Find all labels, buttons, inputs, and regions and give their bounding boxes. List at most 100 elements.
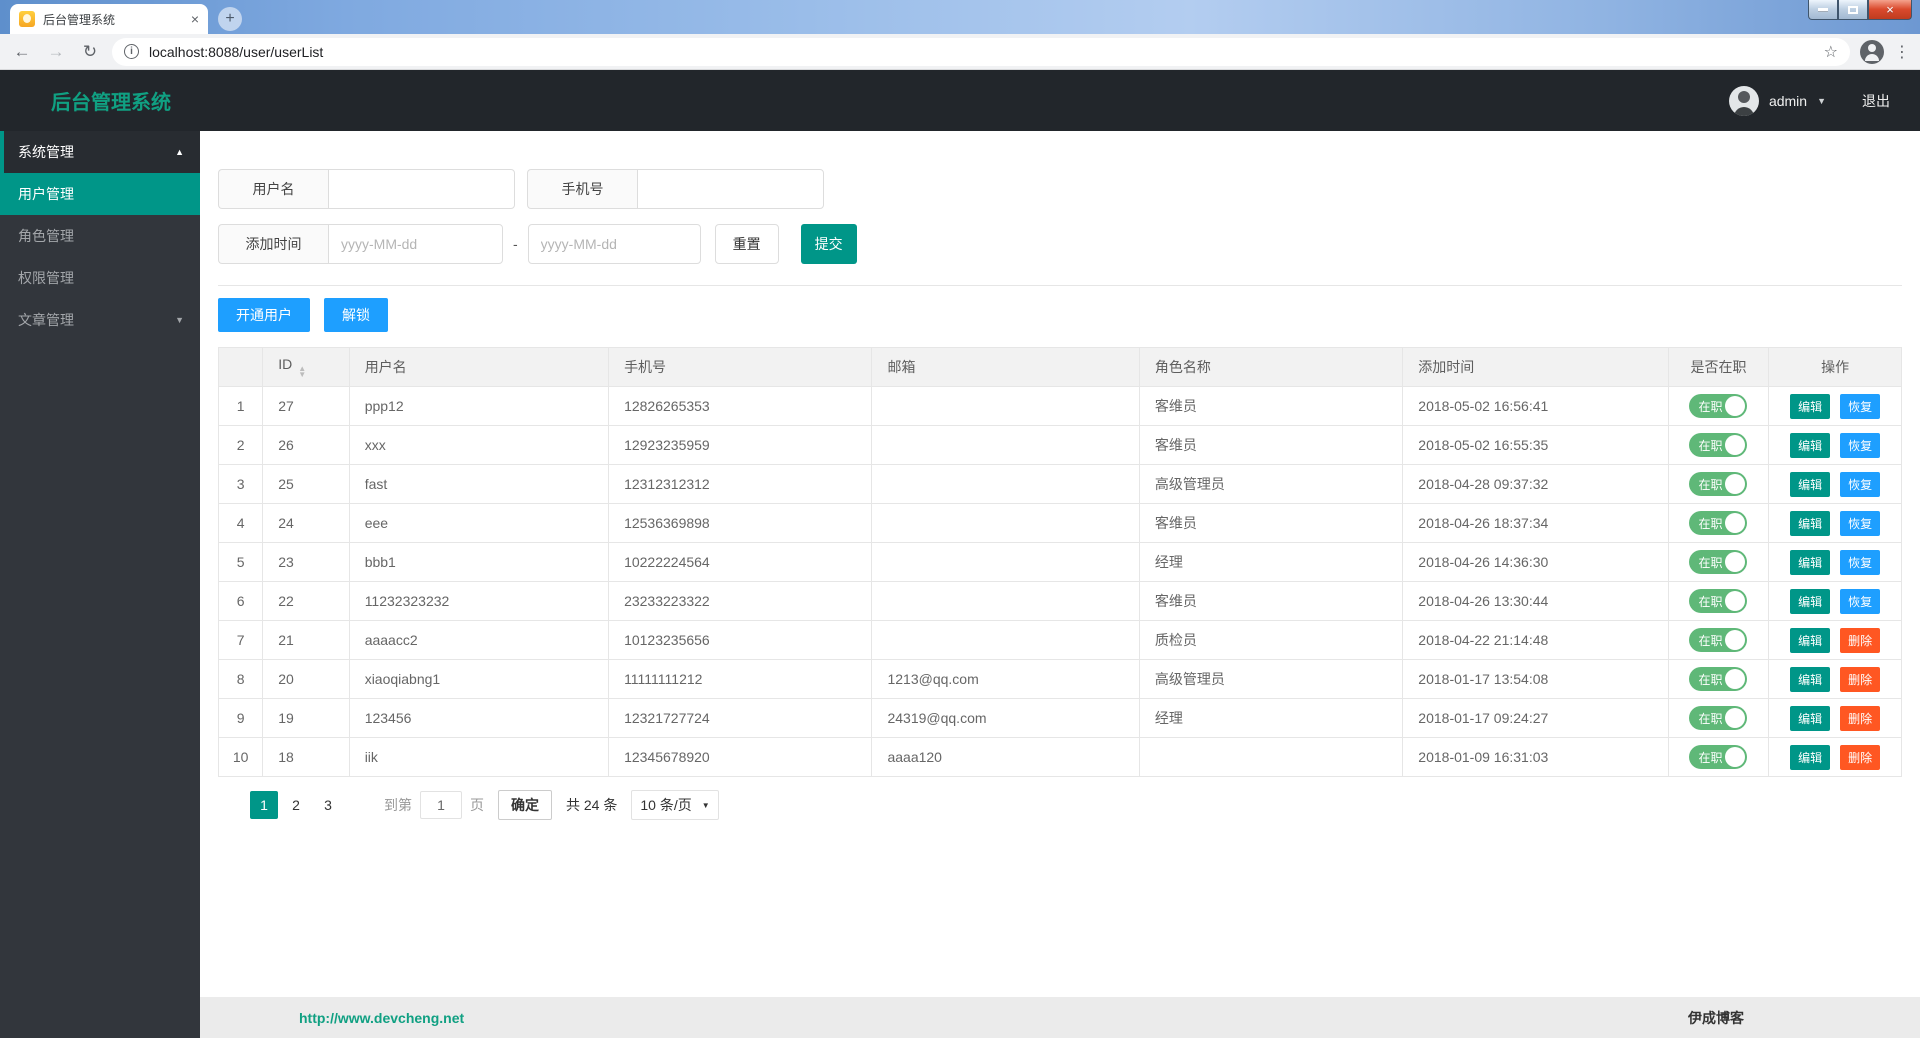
sidebar: 系统管理 ▲ 用户管理 角色管理 权限管理 文章管理 ▼ <box>0 131 200 1038</box>
phone-input[interactable] <box>637 169 824 209</box>
page-number-button[interactable]: 3 <box>314 791 342 819</box>
sidebar-item-articles[interactable]: 文章管理 ▼ <box>0 299 200 341</box>
toggle-knob-icon <box>1725 474 1746 494</box>
delete-button[interactable]: 删除 <box>1840 705 1881 731</box>
cell-phone: 10222224564 <box>608 542 873 582</box>
cell-email: aaaa120 <box>871 737 1140 777</box>
delete-button[interactable]: 删除 <box>1840 666 1881 692</box>
edit-button[interactable]: 编辑 <box>1790 666 1831 692</box>
toggle-knob-icon <box>1725 591 1746 611</box>
sort-icon[interactable]: ▲ ▼ <box>298 365 306 379</box>
edit-button[interactable]: 编辑 <box>1790 744 1831 770</box>
cell-seq: 7 <box>217 620 264 660</box>
browser-profile-icon[interactable] <box>1860 39 1884 64</box>
maximize-icon <box>1848 5 1858 14</box>
address-bar[interactable]: localhost:8088/user/userList ☆ <box>112 37 1850 66</box>
page-next-icon[interactable] <box>344 791 370 819</box>
employed-toggle[interactable]: 在职 <box>1689 394 1748 418</box>
cell-actions: 编辑 删除 <box>1768 737 1902 777</box>
window-close-button[interactable]: × <box>1868 0 1912 20</box>
cell-phone: 11111111212 <box>608 659 873 699</box>
header-role: 角色名称 <box>1138 347 1404 387</box>
delete-button[interactable]: 删除 <box>1840 627 1881 653</box>
employed-toggle[interactable]: 在职 <box>1689 628 1748 652</box>
edit-button[interactable]: 编辑 <box>1790 393 1831 419</box>
goto-confirm-button[interactable]: 确定 <box>498 790 552 820</box>
page-prev-icon[interactable] <box>222 791 248 819</box>
sidebar-item-system[interactable]: 系统管理 ▲ <box>0 131 200 173</box>
tab-close-icon[interactable]: × <box>191 12 199 26</box>
filter-row-1: 用户名 手机号 <box>218 169 1902 209</box>
open-user-button[interactable]: 开通用户 <box>218 298 310 332</box>
restore-button[interactable]: 恢复 <box>1840 432 1881 458</box>
addtime-filter-group: 添加时间 <box>218 224 503 264</box>
window-minimize-button[interactable] <box>1808 0 1838 20</box>
employed-toggle[interactable]: 在职 <box>1689 667 1748 691</box>
table-row: 4 24 eee 12536369898 客维员 2018-04-26 18:3… <box>217 503 1902 543</box>
refresh-icon[interactable]: ↻ <box>78 42 102 62</box>
employed-toggle[interactable]: 在职 <box>1689 511 1748 535</box>
edit-button[interactable]: 编辑 <box>1790 549 1831 575</box>
window-maximize-button[interactable] <box>1838 0 1868 20</box>
footer-link[interactable]: http://www.devcheng.net <box>299 1010 464 1026</box>
unlock-button[interactable]: 解锁 <box>324 298 388 332</box>
table-row: 5 23 bbb1 10222224564 经理 2018-04-26 14:3… <box>217 542 1902 582</box>
cell-time: 2018-04-22 21:14:48 <box>1402 620 1669 660</box>
browser-menu-icon[interactable]: ⋮ <box>1894 42 1910 62</box>
header-seq <box>217 347 264 387</box>
header-id[interactable]: ID ▲ ▼ <box>262 347 350 387</box>
restore-button[interactable]: 恢复 <box>1840 510 1881 536</box>
sidebar-item-users[interactable]: 用户管理 <box>0 173 200 215</box>
edit-button[interactable]: 编辑 <box>1790 627 1831 653</box>
goto-page-input[interactable] <box>420 791 462 819</box>
forward-icon[interactable]: → <box>44 42 68 62</box>
toggle-knob-icon <box>1725 708 1746 728</box>
employed-toggle[interactable]: 在职 <box>1689 433 1748 457</box>
restore-button[interactable]: 恢复 <box>1840 588 1881 614</box>
employed-toggle[interactable]: 在职 <box>1689 706 1748 730</box>
cell-seq: 3 <box>217 464 264 504</box>
username-input[interactable] <box>328 169 515 209</box>
employed-toggle[interactable]: 在职 <box>1689 472 1748 496</box>
date-start-input[interactable] <box>328 224 503 264</box>
sidebar-item-permissions[interactable]: 权限管理 <box>0 257 200 299</box>
restore-button[interactable]: 恢复 <box>1840 549 1881 575</box>
new-tab-button[interactable]: + <box>218 7 242 31</box>
page-number-button[interactable]: 1 <box>250 791 278 819</box>
edit-button[interactable]: 编辑 <box>1790 432 1831 458</box>
sidebar-item-roles[interactable]: 角色管理 <box>0 215 200 257</box>
employed-toggle[interactable]: 在职 <box>1689 550 1748 574</box>
phone-filter-group: 手机号 <box>527 169 824 209</box>
edit-button[interactable]: 编辑 <box>1790 510 1831 536</box>
employed-toggle[interactable]: 在职 <box>1689 589 1748 613</box>
back-icon[interactable]: ← <box>10 42 34 62</box>
reset-button[interactable]: 重置 <box>714 224 779 264</box>
edit-button[interactable]: 编辑 <box>1790 471 1831 497</box>
cell-seq: 4 <box>217 503 264 543</box>
cell-seq: 8 <box>217 659 264 699</box>
user-avatar[interactable] <box>1728 85 1759 116</box>
browser-tab[interactable]: 后台管理系统 × <box>10 4 208 34</box>
page-size-select[interactable]: 10 条/页 ▼ <box>631 790 719 820</box>
bookmark-star-icon[interactable]: ☆ <box>1824 42 1838 62</box>
date-end-input[interactable] <box>527 224 701 264</box>
restore-button[interactable]: 恢复 <box>1840 393 1881 419</box>
edit-button[interactable]: 编辑 <box>1790 705 1831 731</box>
logout-link[interactable]: 退出 <box>1862 91 1890 111</box>
page-info-icon[interactable] <box>124 44 139 59</box>
page-unit-label: 页 <box>470 797 484 813</box>
delete-button[interactable]: 删除 <box>1840 744 1881 770</box>
cell-id: 24 <box>262 503 350 543</box>
site-favicon-icon <box>19 11 35 27</box>
page-number-button[interactable]: 2 <box>282 791 310 819</box>
cell-time: 2018-01-17 09:24:27 <box>1402 698 1669 738</box>
user-table: ID ▲ ▼ 用户名 手机号 邮箱 角色名称 添加时间 是否在职 操作 1 27 p… <box>217 347 1902 777</box>
cell-email: 1213@qq.com <box>871 659 1140 699</box>
username-dropdown[interactable]: admin <box>1769 93 1807 109</box>
edit-button[interactable]: 编辑 <box>1790 588 1831 614</box>
employed-toggle[interactable]: 在职 <box>1689 745 1748 769</box>
url-text[interactable]: localhost:8088/user/userList <box>149 44 1814 60</box>
restore-button[interactable]: 恢复 <box>1840 471 1881 497</box>
cell-actions: 编辑 恢复 <box>1768 464 1902 504</box>
submit-button[interactable]: 提交 <box>800 224 857 264</box>
